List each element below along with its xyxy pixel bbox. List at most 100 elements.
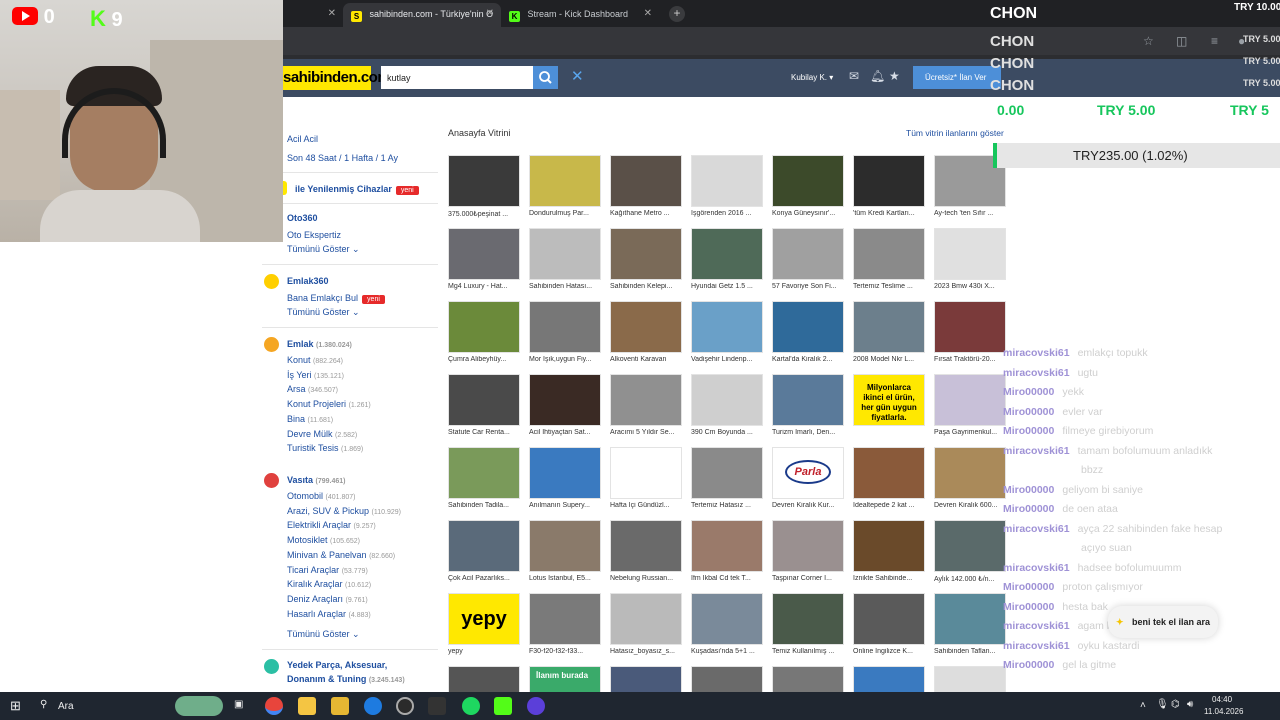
listing-thumbnail[interactable]: yepy — [448, 593, 520, 645]
listing-thumbnail[interactable] — [610, 447, 682, 499]
listing-title[interactable]: Tertemiz Teslime ... — [853, 283, 925, 290]
network-icon[interactable]: ⌬ — [1171, 699, 1180, 710]
listing-thumbnail[interactable] — [610, 593, 682, 645]
listing-thumbnail[interactable] — [691, 447, 763, 499]
weather-widget-icon[interactable] — [175, 696, 223, 716]
tab-close-icon[interactable]: ✕ — [328, 8, 336, 19]
tab-hidden[interactable]: ✕ — [283, 3, 343, 27]
tab-close-icon[interactable]: ✕ — [644, 8, 652, 19]
listing-title[interactable]: Nebelung Russian... — [610, 575, 682, 582]
windows-start-icon[interactable]: ⊞ — [10, 698, 21, 714]
menu-link-subcategory[interactable]: Ticari Araçlar (53.779) — [287, 565, 368, 575]
listing-thumbnail[interactable] — [610, 228, 682, 280]
taskbar-search[interactable]: Ara — [58, 701, 74, 712]
listing-thumbnail[interactable] — [448, 374, 520, 426]
menu-head-vasita[interactable]: Vasıta (799.461) — [287, 475, 346, 485]
listing-title[interactable]: Sahibinden Kelepi... — [610, 283, 682, 290]
extensions-icon[interactable]: ◫ — [1176, 34, 1187, 48]
tray-arrow-icon[interactable]: ˄ — [1140, 700, 1146, 711]
menu-link-subcategory[interactable]: Hasarlı Araçlar (4.883) — [287, 609, 371, 619]
listing-title[interactable]: Kuşadası'nda 5+1 ... — [691, 648, 763, 655]
listing-thumbnail[interactable] — [691, 593, 763, 645]
listing-thumbnail[interactable] — [934, 593, 1006, 645]
listing-title[interactable]: Dondurulmuş Par... — [529, 210, 601, 217]
menu-head-emlak360[interactable]: Emlak360 — [287, 276, 329, 286]
listing-title[interactable]: Lotus İstanbul, E5... — [529, 575, 601, 582]
listing-thumbnail[interactable] — [610, 301, 682, 353]
menu-link-1w[interactable]: 1 Hafta — [344, 153, 373, 163]
listing-title[interactable]: Acil İhtiyaçtan Sat... — [529, 429, 601, 436]
menu-head-yedek[interactable]: Yedek Parça, Aksesuar, — [287, 660, 387, 670]
file-explorer-icon[interactable] — [298, 697, 316, 715]
listing-thumbnail[interactable] — [610, 374, 682, 426]
listing-thumbnail[interactable] — [610, 155, 682, 207]
messages-icon[interactable]: ✉ — [849, 69, 859, 83]
menu-link-subcategory[interactable]: Elektrikli Araçlar (9.257) — [287, 520, 376, 530]
listing-thumbnail[interactable] — [529, 155, 601, 207]
listing-thumbnail[interactable] — [691, 666, 763, 694]
menu-link-acil[interactable]: Acil Acil — [287, 134, 318, 144]
listing-title[interactable]: Fırsat Traktörü-20... — [934, 356, 1006, 363]
listing-title[interactable]: 2008 Model Nkr L... — [853, 356, 925, 363]
kick-app-icon[interactable] — [494, 697, 512, 715]
listing-title[interactable]: Vadişehir Lindenp... — [691, 356, 763, 363]
menu-link-subcategory[interactable]: Turistik Tesis (1.869) — [287, 443, 363, 453]
listing-thumbnail[interactable] — [691, 520, 763, 572]
menu-link-subcategory[interactable]: Konut Projeleri (1.261) — [287, 399, 371, 409]
listing-title[interactable]: Konya Güneysınır'... — [772, 210, 844, 217]
listing-title[interactable]: Taşpınar Corner I... — [772, 575, 844, 582]
bookmark-star-icon[interactable]: ☆ — [1143, 34, 1154, 48]
menu-link-1m[interactable]: 1 Ay — [381, 153, 398, 163]
show-all-oto360[interactable]: Tümünü Göster ⌄ — [287, 244, 360, 255]
listing-title[interactable]: Hafta İçi Gündüzl... — [610, 502, 682, 509]
listing-thumbnail[interactable] — [772, 520, 844, 572]
new-tab-button[interactable]: + — [669, 6, 685, 22]
listing-title[interactable]: Hyundai Getz 1.5 ... — [691, 283, 763, 290]
listing-title[interactable]: F30-f20-f32-f33... — [529, 648, 601, 655]
menu-link-subcategory[interactable]: Kiralık Araçlar (10.612) — [287, 579, 371, 589]
tab-close-icon[interactable]: ✕ — [486, 8, 494, 19]
listing-title[interactable]: 2023 Bmw 430i X... — [934, 283, 1006, 290]
listing-title[interactable]: Anılmanın Supery... — [529, 502, 601, 509]
listing-title[interactable]: yepy — [448, 648, 520, 655]
listing-thumbnail[interactable] — [529, 593, 601, 645]
tab-kick-dashboard[interactable]: K Stream - Kick Dashboard ✕ — [501, 3, 659, 27]
listing-title[interactable]: Kartal'da Kiralık 2... — [772, 356, 844, 363]
listing-thumbnail[interactable] — [691, 301, 763, 353]
listing-title[interactable]: 390 Cm Boyunda ... — [691, 429, 763, 436]
spotify-icon[interactable] — [462, 697, 480, 715]
listing-title[interactable]: Statute Car Renta... — [448, 429, 520, 436]
taskbar-search-icon[interactable]: ⚲ — [40, 699, 47, 710]
listing-title[interactable]: Ay-tech 'ten Sıfır ... — [934, 210, 1006, 217]
site-logo[interactable]: sahibinden.com — [283, 66, 391, 90]
listing-thumbnail[interactable] — [772, 155, 844, 207]
user-menu[interactable]: Kubilay K. ▾ — [791, 73, 833, 82]
listing-thumbnail[interactable] — [691, 228, 763, 280]
listing-thumbnail[interactable] — [448, 666, 520, 694]
menu-link-emlakci[interactable]: Bana Emlakçı Bul yeni — [287, 293, 385, 304]
listing-title[interactable]: Tertemiz Hatasız ... — [691, 502, 763, 509]
listing-thumbnail[interactable] — [853, 593, 925, 645]
listing-thumbnail[interactable] — [853, 520, 925, 572]
search-input[interactable] — [381, 66, 533, 89]
listing-thumbnail[interactable] — [610, 520, 682, 572]
menu-head-yedek-2[interactable]: Donanım & Tuning (3.245.143) — [287, 674, 405, 684]
show-all-vasita[interactable]: Tümünü Göster ⌄ — [287, 629, 360, 640]
listing-title[interactable]: Temiz Kullanılmış ... — [772, 648, 844, 655]
listing-thumbnail[interactable] — [772, 374, 844, 426]
listing-title[interactable]: Aylık 142.000 ₺/n... — [934, 575, 1006, 583]
listing-title[interactable]: Sahibinden Taflan... — [934, 648, 1006, 655]
menu-link-subcategory[interactable]: Arsa (346.507) — [287, 384, 338, 394]
listing-title[interactable]: Turizm İmarlı, Den... — [772, 429, 844, 436]
store-icon[interactable] — [331, 697, 349, 715]
notifications-icon[interactable]: 🔔︎ — [870, 69, 885, 83]
obs-icon[interactable] — [527, 697, 545, 715]
menu-head-oto360[interactable]: Oto360 — [287, 213, 318, 223]
app-icon[interactable] — [396, 697, 414, 715]
listing-thumbnail[interactable] — [853, 228, 925, 280]
listing-thumbnail[interactable] — [610, 666, 682, 694]
listing-title[interactable]: Hatasız_boyasız_s... — [610, 648, 682, 655]
listing-thumbnail[interactable] — [772, 301, 844, 353]
listing-thumbnail[interactable] — [529, 447, 601, 499]
address-bar[interactable]: ☆ ◫ ≡ ● — [283, 27, 1280, 55]
